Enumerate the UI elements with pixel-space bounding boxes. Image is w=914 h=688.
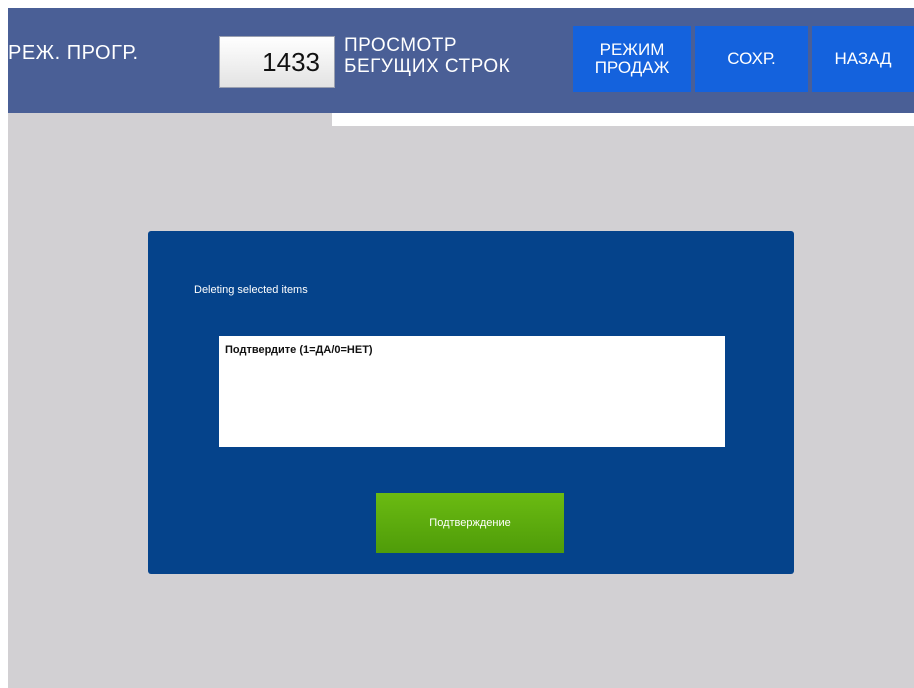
screen-title: ПРОСМОТР БЕГУЩИХ СТРОК — [344, 35, 511, 77]
screen: РЕЖ. ПРОГР. 1433 ПРОСМОТР БЕГУЩИХ СТРОК … — [8, 8, 914, 688]
prompt-text: Подтвердите (1=ДА/0=НЕТ) — [225, 344, 373, 356]
header-strip — [332, 113, 914, 126]
save-button[interactable]: СОХР. — [695, 26, 808, 92]
program-code-field[interactable]: 1433 — [219, 36, 335, 88]
prompt-box: Подтвердите (1=ДА/0=НЕТ) — [219, 336, 725, 447]
header-bar: РЕЖ. ПРОГР. 1433 ПРОСМОТР БЕГУЩИХ СТРОК … — [8, 8, 914, 113]
delete-dialog: Deleting selected items Подтвердите (1=Д… — [148, 231, 794, 574]
sales-mode-button[interactable]: РЕЖИМ ПРОДАЖ — [573, 26, 691, 92]
dialog-message: Deleting selected items — [194, 284, 308, 296]
back-button[interactable]: НАЗАД — [812, 26, 914, 92]
confirm-button[interactable]: Подтверждение — [376, 493, 564, 553]
mode-label: РЕЖ. ПРОГР. — [8, 42, 139, 64]
